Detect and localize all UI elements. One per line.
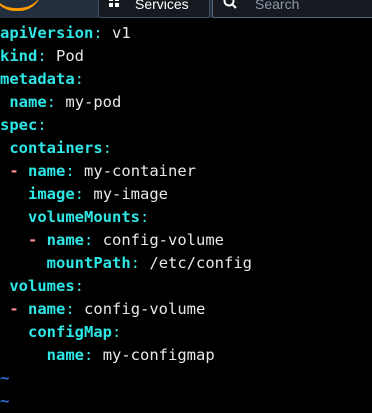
yaml-line: image: my-image <box>28 185 169 203</box>
yaml-key: name <box>9 93 47 111</box>
search-icon <box>223 0 237 9</box>
search-placeholder: Search <box>255 0 300 12</box>
yaml-line: kind: Pod <box>0 47 85 65</box>
services-grid-icon <box>109 0 121 9</box>
yaml-value: my-image <box>93 185 169 203</box>
yaml-value: Pod <box>56 47 85 65</box>
yaml-key: name <box>46 346 84 364</box>
yaml-value: v1 <box>112 24 131 42</box>
aws-console-header: Services Search <box>0 0 372 18</box>
aws-logo[interactable] <box>0 0 42 11</box>
yaml-list-dash: - <box>28 231 47 249</box>
yaml-line: apiVersion: v1 <box>0 24 131 42</box>
yaml-line: configMap: <box>28 323 122 341</box>
yaml-key: image <box>28 185 75 203</box>
yaml-value: /etc/config <box>149 254 253 272</box>
yaml-line: - name: config-volume <box>9 300 206 318</box>
yaml-value: my-pod <box>65 93 122 111</box>
yaml-key: name <box>28 162 66 180</box>
yaml-key: mountPath <box>46 254 131 272</box>
yaml-list-dash: - <box>9 162 29 180</box>
search-input[interactable]: Search <box>212 0 372 18</box>
yaml-key: configMap <box>28 323 112 341</box>
yaml-line: metadata: <box>0 70 84 88</box>
yaml-line: mountPath: /etc/config <box>46 254 253 272</box>
yaml-value: config-volume <box>102 231 225 249</box>
yaml-value: my-container <box>84 162 197 180</box>
yaml-list-dash: - <box>9 300 29 318</box>
yaml-key: kind <box>0 47 38 65</box>
yaml-value: my-configmap <box>102 346 215 364</box>
services-button[interactable]: Services <box>98 0 210 18</box>
yaml-line: name: my-pod <box>9 93 122 111</box>
yaml-line: volumeMounts: <box>28 208 150 226</box>
vim-empty-line-marker: ~ <box>0 369 10 387</box>
vim-empty-line-marker: ~ <box>0 392 10 410</box>
yaml-key: name <box>46 231 84 249</box>
services-label: Services <box>135 0 189 12</box>
yaml-line: volumes: <box>9 277 85 295</box>
vim-editor[interactable]: apiVersion: v1 kind: Pod metadata: name: m… <box>0 22 372 410</box>
yaml-key: apiVersion <box>0 24 94 42</box>
yaml-line: name: my-configmap <box>46 346 215 364</box>
yaml-key: metadata <box>0 70 75 88</box>
yaml-key: containers <box>9 139 103 157</box>
yaml-line: - name: my-container <box>9 162 197 180</box>
yaml-value: config-volume <box>84 300 206 318</box>
yaml-key: name <box>28 300 66 318</box>
yaml-key: volumeMounts <box>28 208 140 226</box>
yaml-key: spec <box>0 116 38 134</box>
yaml-key: volumes <box>9 277 75 295</box>
yaml-line: spec: <box>0 116 47 134</box>
yaml-line: containers: <box>9 139 113 157</box>
yaml-line: - name: config-volume <box>28 231 225 249</box>
